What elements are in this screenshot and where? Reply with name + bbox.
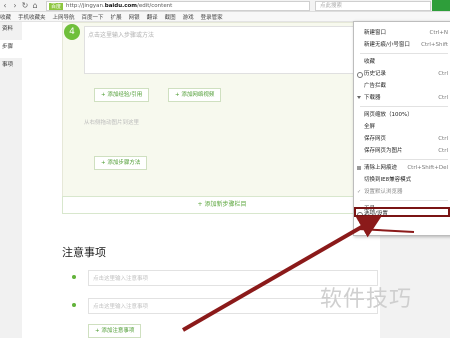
arrow-main (182, 215, 383, 332)
arrow-pointer (357, 228, 415, 233)
watermark: 软件技巧 (320, 287, 413, 312)
